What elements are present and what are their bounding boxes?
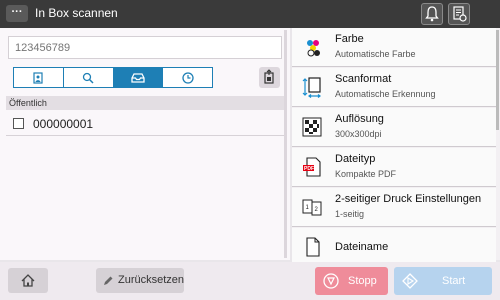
settings-scrollbar[interactable] xyxy=(496,30,499,130)
setting-label: Scanformat xyxy=(335,73,392,85)
box-name: 000000001 xyxy=(33,117,94,131)
box-info-icon xyxy=(264,69,274,84)
tab-public-box[interactable] xyxy=(113,68,164,87)
home-button[interactable] xyxy=(8,268,48,293)
start-label: Start xyxy=(442,275,466,287)
duplex-icon: 1 2 xyxy=(302,199,322,216)
setting-label: Dateiname xyxy=(335,241,389,253)
pdf-icon: PDF xyxy=(303,157,321,177)
tab-user-box[interactable] xyxy=(14,68,64,87)
menu-button[interactable]: ··· xyxy=(6,5,28,22)
setting-value: Automatische Farbe xyxy=(335,49,416,59)
setting-value: 1-seitig xyxy=(335,209,365,219)
group-header: Öffentlich xyxy=(6,96,284,110)
svg-text:PDF: PDF xyxy=(304,166,314,172)
tray-icon xyxy=(131,72,145,83)
setting-label: Farbe xyxy=(335,33,364,45)
start-icon xyxy=(402,273,418,289)
setting-duplex[interactable]: 1 2 2-seitiger Druck Einstellungen 1-sei… xyxy=(292,188,496,227)
page-size-icon xyxy=(302,77,321,98)
job-status-icon xyxy=(453,6,467,22)
row-checkbox[interactable] xyxy=(13,118,24,129)
setting-value: 300x300dpi xyxy=(335,129,382,139)
setting-label: Dateityp xyxy=(335,153,376,165)
notification-bell-button[interactable] xyxy=(421,3,443,25)
pencil-icon xyxy=(104,276,113,285)
search-icon xyxy=(82,72,94,84)
box-type-tabs xyxy=(13,67,213,88)
setting-value: Automatische Erkennung xyxy=(335,89,436,99)
setting-scan-size[interactable]: Scanformat Automatische Erkennung xyxy=(292,68,496,107)
box-number-input[interactable] xyxy=(8,36,282,59)
list-scrollbar[interactable] xyxy=(284,30,287,258)
home-icon xyxy=(21,274,35,287)
color-dots-icon xyxy=(307,40,320,57)
start-button[interactable]: Start xyxy=(394,267,492,295)
setting-resolution[interactable]: Auflösung 300x300dpi xyxy=(292,108,496,147)
box-info-button[interactable] xyxy=(259,67,280,88)
reset-button[interactable]: Zurücksetzen xyxy=(96,268,184,293)
clock-icon xyxy=(181,71,194,84)
tab-search[interactable] xyxy=(64,68,114,87)
checker-icon xyxy=(302,117,322,137)
setting-color[interactable]: Farbe Automatische Farbe xyxy=(292,28,496,67)
setting-label: 2-seitiger Druck Einstellungen xyxy=(335,193,482,205)
user-box-icon xyxy=(33,71,43,84)
stop-icon xyxy=(323,273,339,289)
page-title: In Box scannen xyxy=(35,6,118,20)
setting-label: Auflösung xyxy=(335,113,384,125)
bell-icon xyxy=(425,6,439,22)
setting-file-type[interactable]: PDF Dateityp Kompakte PDF xyxy=(292,148,496,187)
document-icon xyxy=(306,237,320,257)
setting-value: Kompakte PDF xyxy=(335,169,397,179)
box-list-panel xyxy=(0,28,290,260)
stop-label: Stopp xyxy=(348,275,377,287)
reset-label: Zurücksetzen xyxy=(118,274,185,286)
stop-button[interactable]: Stopp xyxy=(315,267,388,295)
tab-history[interactable] xyxy=(163,68,212,87)
list-item[interactable]: 000000001 xyxy=(6,112,284,136)
job-status-button[interactable] xyxy=(448,3,470,25)
